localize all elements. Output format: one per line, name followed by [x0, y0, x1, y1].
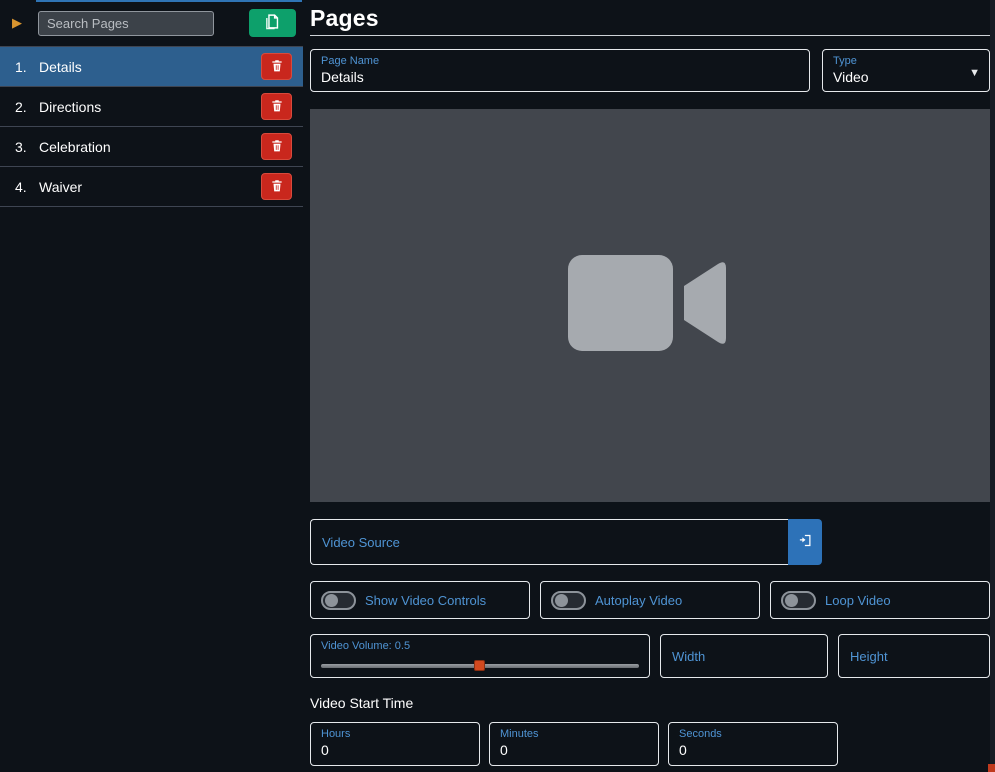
slider-handle[interactable] — [473, 660, 485, 671]
page-label: Waiver — [39, 178, 83, 195]
video-volume-field: Video Volume: 0.5 — [310, 634, 650, 678]
delete-page-button[interactable] — [261, 173, 292, 200]
trash-icon — [270, 58, 284, 76]
page-title: Pages — [310, 5, 379, 31]
video-start-time-label: Video Start Time — [310, 695, 414, 711]
chevron-down-icon: ▼ — [969, 67, 980, 79]
video-volume-label: Video Volume: 0.5 — [321, 640, 411, 652]
width-placeholder: Width — [672, 648, 706, 664]
video-source-placeholder: Video Source — [322, 534, 400, 550]
toggle-label: Loop Video — [825, 592, 891, 608]
toggle-label: Show Video Controls — [365, 592, 487, 608]
pages-sidebar: ▶ 1. Details 2. Directions 3. C — [0, 0, 303, 772]
vertical-scrollbar[interactable] — [990, 0, 995, 772]
copy-page-icon — [264, 13, 281, 33]
minutes-field[interactable]: Minutes 0 — [489, 722, 659, 766]
page-label: Celebration — [39, 138, 111, 155]
trash-icon — [270, 138, 284, 156]
page-editor: Pages Page Name Details Type Video ▼ Vid… — [310, 0, 990, 772]
show-video-controls-toggle[interactable]: Show Video Controls — [310, 581, 530, 619]
start-time-row: Hours 0 Minutes 0 Seconds 0 — [310, 722, 990, 766]
toggle-off-icon — [551, 590, 586, 610]
height-field[interactable]: Height — [838, 634, 990, 678]
page-name-value: Details — [321, 69, 364, 85]
toggle-off-icon — [321, 590, 356, 610]
add-page-button[interactable] — [249, 9, 296, 37]
video-source-input[interactable]: Video Source — [310, 519, 788, 565]
video-preview — [310, 109, 990, 502]
minutes-value: 0 — [500, 742, 508, 758]
page-number: 1. — [15, 58, 27, 75]
delete-page-button[interactable] — [261, 133, 292, 160]
seconds-field[interactable]: Seconds 0 — [668, 722, 838, 766]
volume-size-row: Video Volume: 0.5 Width Height — [310, 634, 990, 678]
hours-label: Hours — [321, 728, 351, 740]
trash-icon — [270, 98, 284, 116]
volume-slider[interactable] — [321, 660, 639, 671]
search-input[interactable] — [38, 10, 214, 36]
import-icon — [798, 533, 813, 551]
trash-icon — [270, 178, 284, 196]
page-name-label: Page Name — [321, 55, 380, 67]
delete-page-button[interactable] — [261, 53, 292, 80]
sidebar-item-celebration[interactable]: 3. Celebration — [0, 127, 303, 167]
type-select[interactable]: Type Video ▼ — [822, 49, 990, 92]
width-field[interactable]: Width — [660, 634, 828, 678]
toolbar-accent-line — [36, 0, 302, 2]
page-number: 4. — [15, 178, 27, 195]
type-label: Type — [833, 55, 857, 67]
seconds-label: Seconds — [679, 728, 722, 740]
delete-page-button[interactable] — [261, 93, 292, 120]
video-camera-icon — [567, 253, 733, 358]
loop-video-toggle[interactable]: Loop Video — [770, 581, 990, 619]
sidebar-toolbar: ▶ — [0, 0, 303, 47]
hours-field[interactable]: Hours 0 — [310, 722, 480, 766]
type-value: Video — [833, 69, 869, 85]
browse-video-button[interactable] — [788, 519, 822, 565]
page-number: 2. — [15, 98, 27, 115]
seconds-value: 0 — [679, 742, 687, 758]
minutes-label: Minutes — [500, 728, 539, 740]
height-placeholder: Height — [850, 648, 888, 664]
page-name-field[interactable]: Page Name Details — [310, 49, 810, 92]
autoplay-video-toggle[interactable]: Autoplay Video — [540, 581, 760, 619]
toggle-label: Autoplay Video — [595, 592, 683, 608]
title-divider — [310, 35, 990, 36]
sidebar-item-waiver[interactable]: 4. Waiver — [0, 167, 303, 207]
sidebar-item-directions[interactable]: 2. Directions — [0, 87, 303, 127]
page-number: 3. — [15, 138, 27, 155]
name-type-row: Page Name Details Type Video ▼ — [310, 49, 990, 92]
video-toggles-row: Show Video Controls Autoplay Video Loop … — [310, 581, 990, 619]
page-label: Details — [39, 58, 82, 75]
scrollbar-corner — [988, 764, 995, 772]
page-label: Directions — [39, 98, 102, 115]
video-source-row: Video Source — [310, 519, 822, 565]
sidebar-item-details[interactable]: 1. Details — [0, 47, 303, 87]
toggle-off-icon — [781, 590, 816, 610]
hours-value: 0 — [321, 742, 329, 758]
collapse-sidebar-icon[interactable]: ▶ — [12, 15, 22, 31]
